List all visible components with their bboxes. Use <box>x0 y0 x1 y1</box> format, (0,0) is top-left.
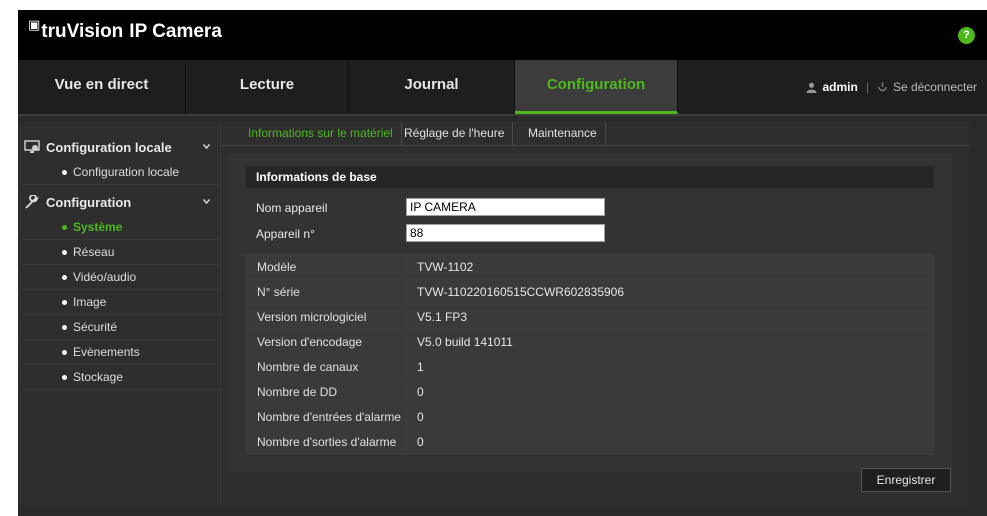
sidebar-item-system[interactable]: Système <box>18 215 220 240</box>
tab-maintenance[interactable]: Maintenance <box>520 122 606 146</box>
tab-configuration[interactable]: Configuration <box>515 60 678 114</box>
device-name-input[interactable]: IP CAMERA <box>406 198 605 216</box>
hardware-info-panel: Informations de base Nom appareil IP CAM… <box>228 154 952 472</box>
table-row: Nombre d'entrées d'alarme 0 <box>246 404 934 430</box>
brand-name: truVision <box>41 21 124 42</box>
device-number-label: Appareil n° <box>256 227 315 241</box>
bullet-icon <box>62 299 67 305</box>
tab-live-view[interactable]: Vue en direct <box>18 60 186 114</box>
sidebar-item-label: Evènements <box>73 345 140 359</box>
logout-link[interactable]: Se déconnecter <box>893 80 977 94</box>
table-row: Nombre de DD 0 <box>246 379 934 405</box>
sidebar: Configuration locale Configuration local… <box>18 122 221 506</box>
sidebar-section-label: Configuration locale <box>46 139 172 155</box>
top-bar: ▣ truVision IP Camera ? <box>18 10 987 60</box>
logout-icon <box>878 82 887 91</box>
info-value: TVW-1102 <box>406 254 934 280</box>
info-value: 0 <box>406 429 934 455</box>
user-separator: | <box>865 80 869 94</box>
sidebar-item-image[interactable]: Image <box>18 290 220 315</box>
bullet-icon <box>62 324 67 330</box>
sidebar-item-label: Système <box>73 220 123 234</box>
sidebar-item-label: Réseau <box>73 245 115 259</box>
sidebar-item-label: Sécurité <box>73 320 118 334</box>
bullet-icon <box>62 274 67 280</box>
info-key: Version micrologiciel <box>246 304 407 330</box>
bullet-icon <box>62 249 67 255</box>
device-number-input[interactable]: 88 <box>406 224 605 242</box>
info-key: Nombre de canaux <box>246 354 407 380</box>
bullet-icon <box>62 169 67 175</box>
info-key: Version d'encodage <box>246 329 407 355</box>
network-logo-icon: ▣ <box>28 17 41 32</box>
table-row: N° série TVW-110220160515CCWR602835906 <box>246 279 934 305</box>
chevron-down-icon <box>203 144 210 150</box>
info-value: 1 <box>406 354 934 380</box>
table-row: Version micrologiciel V5.1 FP3 <box>246 304 934 330</box>
info-value: V5.1 FP3 <box>406 304 934 330</box>
section-header: Informations de base <box>246 166 934 188</box>
save-button[interactable]: Enregistrer <box>861 468 951 492</box>
bullet-icon <box>62 374 67 380</box>
info-key: Nombre d'entrées d'alarme <box>246 404 407 430</box>
sidebar-section-local-config[interactable]: Configuration locale <box>18 134 220 160</box>
sidebar-item-video-audio[interactable]: Vidéo/audio <box>18 265 220 290</box>
chevron-down-icon <box>203 199 210 205</box>
info-key: Nombre de DD <box>246 379 407 405</box>
sidebar-item-label: Stockage <box>73 370 124 384</box>
sidebar-item-network[interactable]: Réseau <box>18 240 220 265</box>
subtab-bar: Informations sur le matériel Réglage de … <box>222 122 969 146</box>
bullet-icon <box>62 349 67 355</box>
table-row: Modèle TVW-1102 <box>246 254 934 280</box>
wrench-icon <box>25 195 39 209</box>
bullet-icon <box>62 224 67 230</box>
sidebar-item-local-config[interactable]: Configuration locale <box>18 160 220 185</box>
info-value: V5.0 build 141011 <box>406 329 934 355</box>
main-content: Informations sur le matériel Réglage de … <box>222 122 969 506</box>
table-row: Nombre de canaux 1 <box>246 354 934 380</box>
tab-log[interactable]: Journal <box>349 60 515 114</box>
sidebar-item-security[interactable]: Sécurité <box>18 315 220 340</box>
table-row: Version d'encodage V5.0 build 141011 <box>246 329 934 355</box>
help-icon[interactable]: ? <box>958 27 975 44</box>
device-info-table: Modèle TVW-1102 N° série TVW-110220160515CC… <box>246 254 934 455</box>
main-nav: Vue en direct Lecture Journal Configurat… <box>18 60 987 116</box>
tab-playback[interactable]: Lecture <box>186 60 349 114</box>
app-logo: ▣ truVision IP Camera <box>28 17 222 43</box>
table-row: Nombre d'sorties d'alarme 0 <box>246 429 934 455</box>
user-area: admin | Se déconnecter <box>806 80 977 94</box>
info-key: Nombre d'sorties d'alarme <box>246 429 407 455</box>
info-key: Modèle <box>246 254 407 280</box>
info-value: 0 <box>406 379 934 405</box>
sidebar-item-storage[interactable]: Stockage <box>18 365 220 390</box>
sidebar-item-label: Configuration locale <box>73 165 180 179</box>
app-title: IP Camera <box>129 21 222 42</box>
info-key: N° série <box>246 279 407 305</box>
user-icon <box>806 82 817 93</box>
tab-hardware-info[interactable]: Informations sur le matériel <box>240 122 402 146</box>
sidebar-section-configuration[interactable]: Configuration <box>18 189 220 215</box>
sidebar-item-events[interactable]: Evènements <box>18 340 220 365</box>
username: admin <box>822 80 858 94</box>
info-value: 0 <box>406 404 934 430</box>
info-value: TVW-110220160515CCWR602835906 <box>406 279 934 305</box>
local-config-icon <box>24 140 40 153</box>
sidebar-section-label: Configuration <box>46 194 132 210</box>
sidebar-item-label: Vidéo/audio <box>73 270 137 284</box>
device-name-label: Nom appareil <box>256 201 328 215</box>
tab-time-settings[interactable]: Réglage de l'heure <box>396 122 514 146</box>
sidebar-item-label: Image <box>73 295 107 309</box>
